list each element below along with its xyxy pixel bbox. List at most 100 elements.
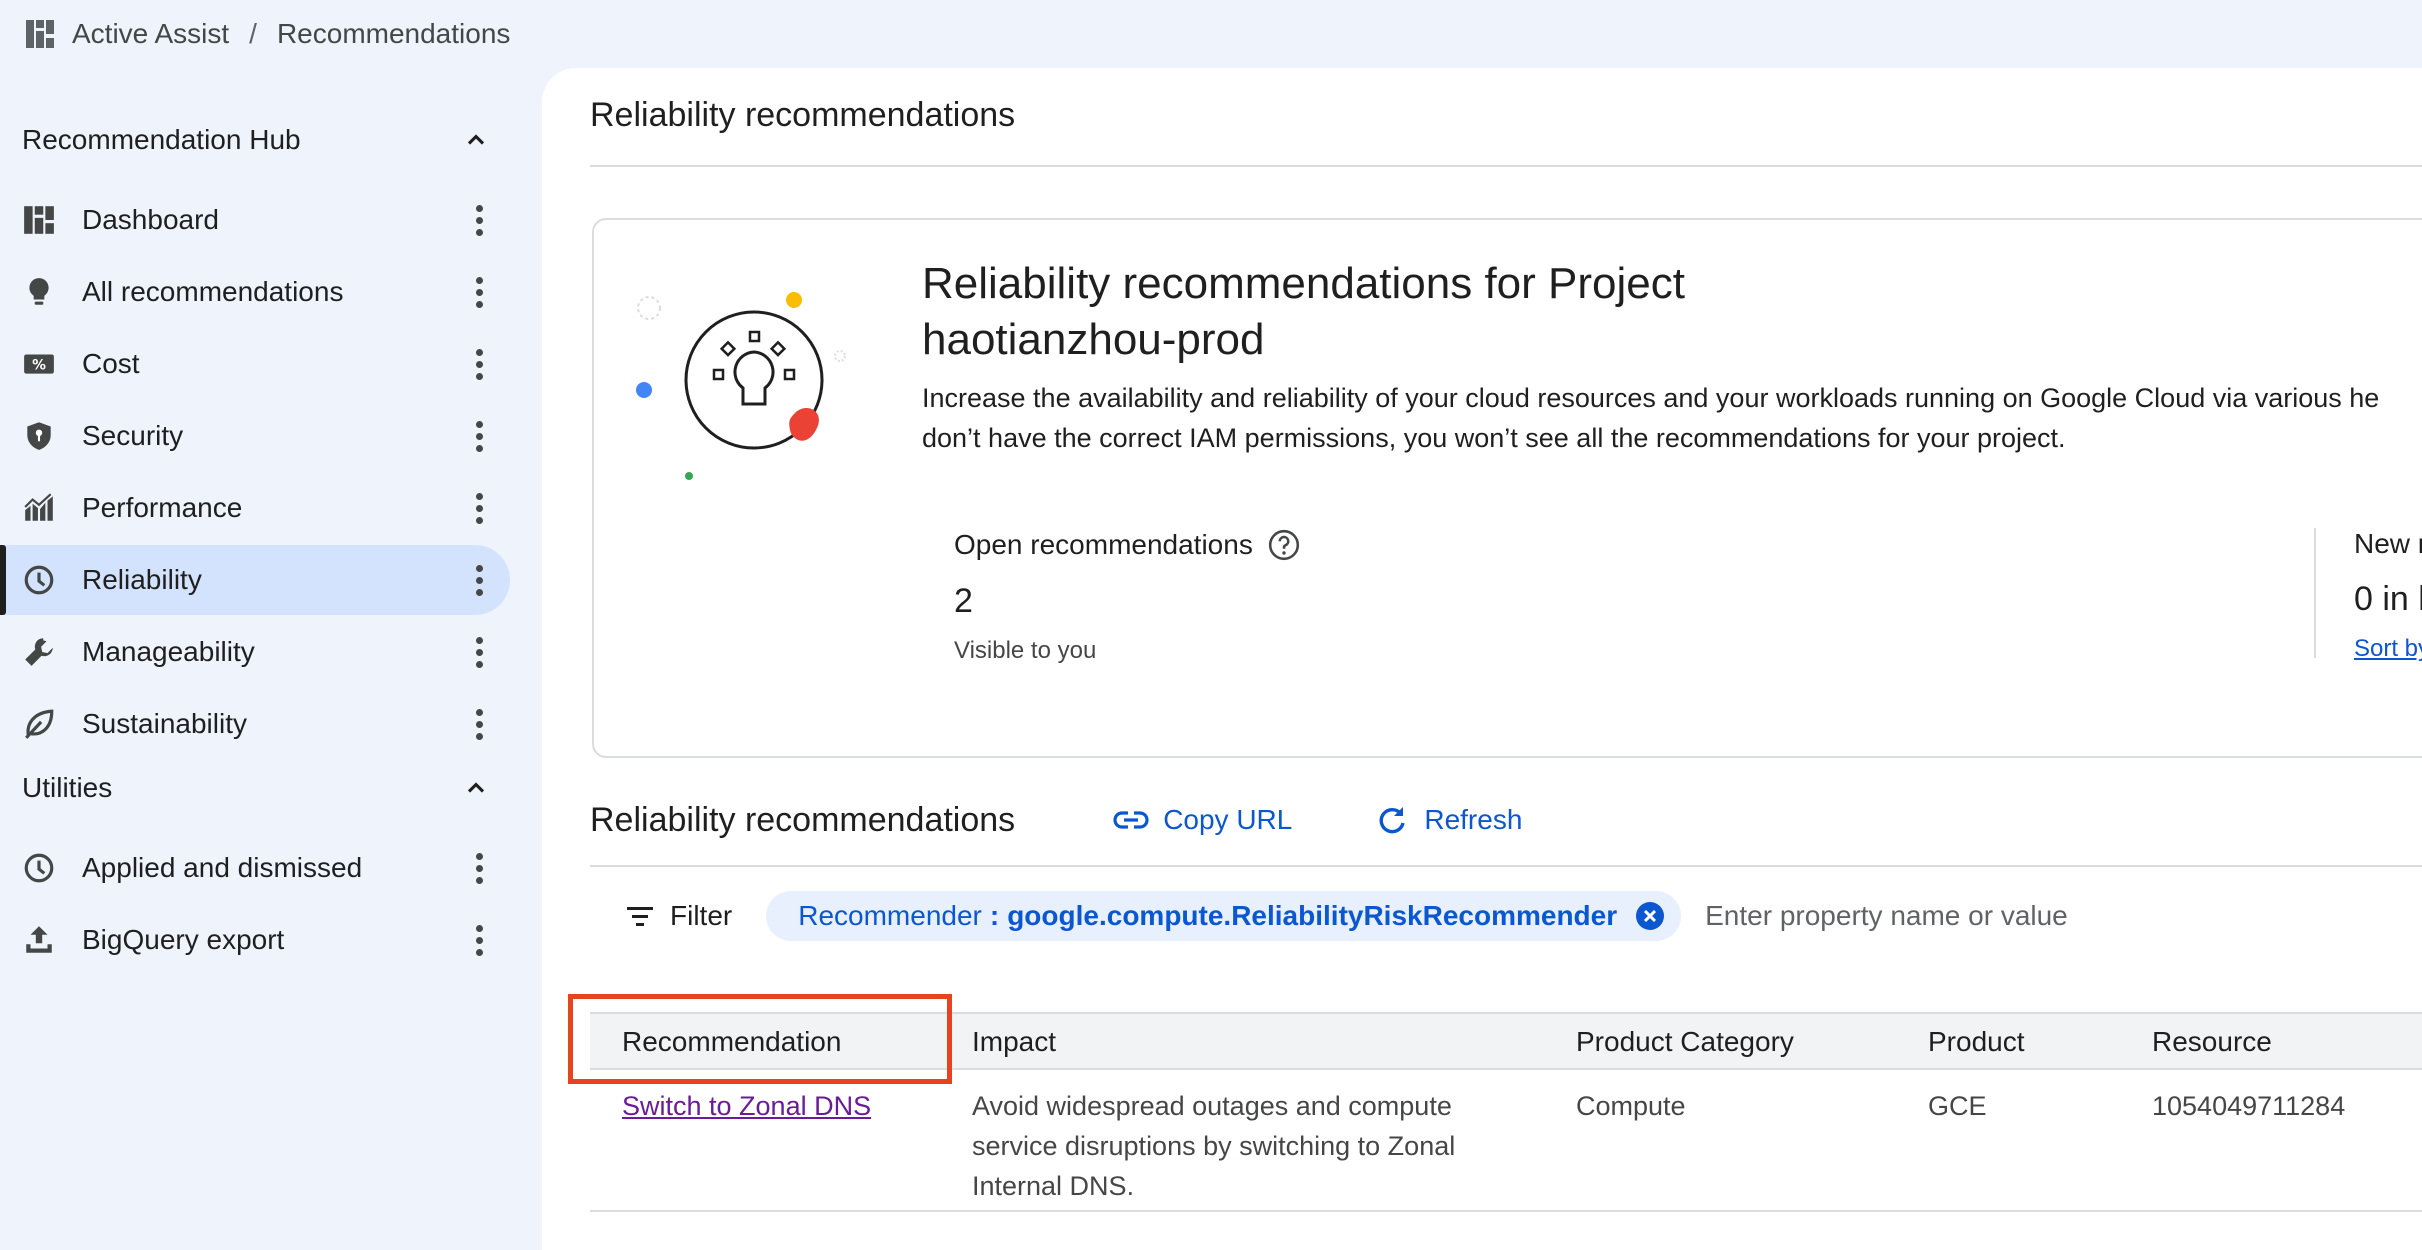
percent-tag-icon: % xyxy=(24,354,54,374)
switch-to-zonal-dns-link[interactable]: Switch to Zonal DNS xyxy=(622,1091,871,1121)
more-vert-icon[interactable] xyxy=(464,200,494,240)
recommendations-section-title: Reliability recommendations xyxy=(590,800,1016,839)
card-description-line2: don’t have the correct IAM permissions, … xyxy=(922,423,2066,453)
sidebar-item-security[interactable]: Security xyxy=(0,401,510,471)
more-vert-icon[interactable] xyxy=(464,632,494,672)
refresh-label: Refresh xyxy=(1424,804,1523,835)
svg-text:%: % xyxy=(32,357,46,373)
sidebar-item-label: Manageability xyxy=(82,636,255,667)
open-recommendations-stat: Open recommendations 2 Visible to you xyxy=(954,528,1301,665)
page-title: Reliability recommendations xyxy=(590,96,1016,134)
filter-chip-key: Recommender xyxy=(798,900,982,931)
chevron-up-icon xyxy=(467,134,485,145)
table-row: Switch to Zonal DNS Avoid widespread out… xyxy=(590,1070,2422,1212)
sidebar-item-all-recommendations[interactable]: All recommendations xyxy=(0,257,510,327)
sidebar-item-label: Security xyxy=(82,420,184,451)
column-header-resource[interactable]: Resource xyxy=(2152,1026,2272,1058)
divider xyxy=(590,865,2422,867)
impact-line: Internal DNS. xyxy=(972,1171,1135,1201)
breadcrumb-separator: / xyxy=(249,18,257,49)
more-vert-icon[interactable] xyxy=(464,272,494,312)
sidebar-item-label: Performance xyxy=(82,492,243,523)
open-recommendations-sub: Visible to you xyxy=(954,637,1097,664)
filter-button[interactable]: Filter xyxy=(624,900,732,932)
sidebar-item-manageability[interactable]: Manageability xyxy=(0,617,510,687)
filter-chip-colon: : xyxy=(989,900,1000,931)
sidebar-item-performance[interactable]: Performance xyxy=(0,473,510,543)
clock-icon xyxy=(24,565,54,595)
chevron-up-icon xyxy=(467,782,485,793)
filter-bar: Filter Recommender : google.compute.Reli… xyxy=(590,878,2422,954)
sidebar-item-cost[interactable]: % Cost xyxy=(0,329,510,399)
more-vert-icon[interactable] xyxy=(464,920,494,960)
new-recommendations-label: New r xyxy=(2354,528,2422,559)
lightbulb-illustration-icon xyxy=(636,292,846,480)
impact-cell: Avoid widespread outages and compute ser… xyxy=(972,1086,1532,1206)
column-header-product[interactable]: Product xyxy=(1928,1026,2025,1058)
clear-chip-icon[interactable] xyxy=(1635,901,1665,931)
more-vert-icon[interactable] xyxy=(464,704,494,744)
link-icon xyxy=(1113,811,1149,829)
copy-url-label: Copy URL xyxy=(1163,804,1293,835)
history-icon xyxy=(24,853,54,883)
card-description: Increase the availability and reliabilit… xyxy=(922,378,2422,458)
filter-list-icon xyxy=(627,907,653,926)
card-title-line1: Reliability recommendations for Project xyxy=(922,259,1685,308)
sidebar-item-label: Dashboard xyxy=(82,204,219,235)
more-vert-icon[interactable] xyxy=(464,488,494,528)
more-vert-icon[interactable] xyxy=(464,416,494,456)
shield-icon xyxy=(27,422,51,450)
filter-chip-recommender[interactable]: Recommender : google.compute.Reliability… xyxy=(766,891,1682,941)
sidebar-item-reliability[interactable]: Reliability xyxy=(0,545,510,615)
sidebar-item-sustainability[interactable]: Sustainability xyxy=(0,689,510,759)
breadcrumb-app[interactable]: Active Assist xyxy=(72,18,229,50)
sidebar-item-bigquery-export[interactable]: BigQuery export xyxy=(0,905,510,975)
refresh-button[interactable]: Refresh xyxy=(1372,800,1522,840)
copy-url-button[interactable]: Copy URL xyxy=(1111,800,1292,840)
active-assist-logo-icon xyxy=(26,20,54,48)
more-vert-icon[interactable] xyxy=(464,848,494,888)
top-bar: Active Assist / Recommendations xyxy=(0,0,2422,68)
sort-by-link[interactable]: Sort by xyxy=(2354,635,2422,663)
recommendations-toolbar: Reliability recommendations Copy URL Ref… xyxy=(590,788,1522,852)
card-description-line1: Increase the availability and reliabilit… xyxy=(922,383,2380,413)
divider xyxy=(590,165,2422,167)
column-header-impact[interactable]: Impact xyxy=(972,1026,1056,1058)
card-title-project: haotianzhou-prod xyxy=(922,315,1265,364)
sidebar-item-label: Applied and dismissed xyxy=(82,852,363,883)
sidebar-item-dashboard[interactable]: Dashboard xyxy=(0,185,510,255)
recommendation-hub-header[interactable]: Recommendation Hub xyxy=(22,114,492,166)
summary-card: Reliability recommendations for Project … xyxy=(592,218,2422,758)
refresh-icon xyxy=(1379,807,1406,834)
wrench-icon xyxy=(25,638,53,666)
dashboard-icon xyxy=(24,206,54,234)
sidebar-item-label: Sustainability xyxy=(82,708,247,739)
new-recommendations-count: 0 in la xyxy=(2354,580,2422,618)
sidebar-item-label: All recommendations xyxy=(82,276,344,307)
more-vert-icon[interactable] xyxy=(464,344,494,384)
column-header-product-category[interactable]: Product Category xyxy=(1576,1026,1794,1058)
sidebar-item-applied-and-dismissed[interactable]: Applied and dismissed xyxy=(0,833,510,903)
sidebar-item-label: Cost xyxy=(82,348,140,379)
more-vert-icon[interactable] xyxy=(464,560,494,600)
sidebar-item-label: Reliability xyxy=(82,564,202,595)
product-cell: GCE xyxy=(1928,1091,1987,1121)
impact-line: service disruptions by switching to Zona… xyxy=(972,1131,1456,1161)
filter-input[interactable] xyxy=(1705,900,2206,932)
impact-line: Avoid widespread outages and compute xyxy=(972,1091,1452,1121)
open-recommendations-count: 2 xyxy=(954,582,973,620)
utilities-header[interactable]: Utilities xyxy=(22,762,492,814)
stat-divider xyxy=(2314,528,2316,658)
highlight-annotation xyxy=(568,994,952,1084)
utilities-title: Utilities xyxy=(22,772,113,803)
lightbulb-icon xyxy=(29,278,49,305)
leaf-icon xyxy=(25,709,54,739)
open-recommendations-label: Open recommendations xyxy=(954,529,1253,560)
recommendation-hub-title: Recommendation Hub xyxy=(22,124,301,155)
help-icon[interactable] xyxy=(1267,528,1301,562)
breadcrumb-page: Recommendations xyxy=(276,18,511,49)
resource-cell: 1054049711284 xyxy=(2152,1091,2346,1121)
filter-label: Filter xyxy=(670,900,733,931)
recommendation-cell: Switch to Zonal DNS xyxy=(622,1086,871,1126)
new-recommendations-stat: New r 0 in la Sort by xyxy=(2354,528,2422,663)
